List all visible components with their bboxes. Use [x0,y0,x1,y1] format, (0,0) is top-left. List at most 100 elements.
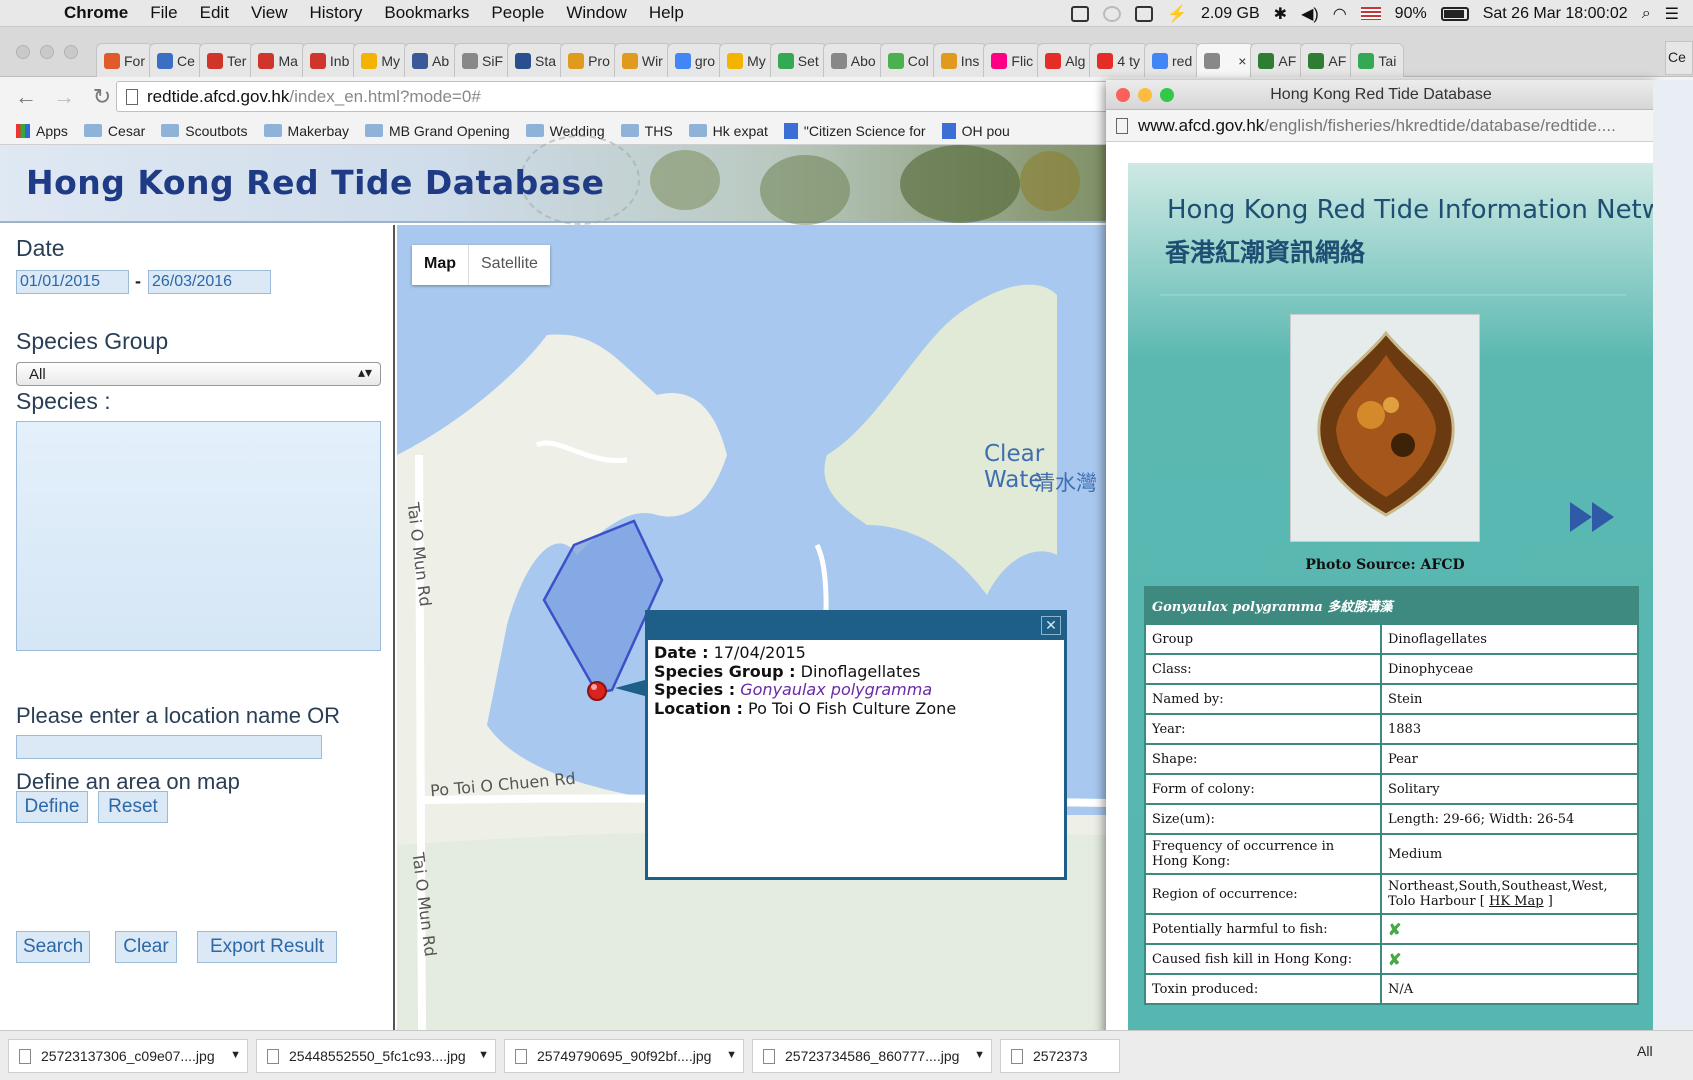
browser-tab[interactable]: For [96,43,153,77]
browser-tab[interactable]: My [353,43,409,77]
date-to-input[interactable]: 26/03/2016 [148,270,271,294]
bookmark-item[interactable]: Apps [16,123,68,139]
browser-tab[interactable]: Sta [507,43,565,77]
reload-icon[interactable]: ↻ [90,84,114,110]
download-item[interactable]: 25749790695_90f92bf....jpg ▼ [504,1039,744,1073]
browser-tab[interactable]: Col [879,43,937,77]
browser-tab[interactable]: × [1196,43,1255,77]
bookmark-item[interactable]: OH pou [941,122,1010,139]
bookmark-item[interactable]: Cesar [83,123,145,139]
menu-file[interactable]: File [150,3,177,23]
define-button[interactable]: Define [16,791,88,823]
flag-icon[interactable] [1360,7,1381,20]
browser-tab[interactable]: Pro [560,43,618,77]
profile-button[interactable]: Ce [1665,41,1693,75]
popup-zoom-button[interactable] [1160,88,1174,102]
species-group-select[interactable]: All ▴▾ [16,362,381,386]
menu-history[interactable]: History [309,3,362,23]
popup-close-button[interactable] [1116,88,1130,102]
volume-icon[interactable]: ◀) [1301,4,1319,24]
menu-help[interactable]: Help [649,3,684,23]
browser-tab[interactable]: Ins [932,43,988,77]
download-menu-icon[interactable]: ▼ [478,1049,489,1061]
bookmark-item[interactable]: Scoutbots [161,123,248,139]
download-item[interactable]: 2572373 [1000,1039,1120,1073]
download-item[interactable]: 25723734586_860777....jpg ▼ [752,1039,992,1073]
search-button[interactable]: Search [16,931,90,963]
bluetooth-icon[interactable]: ✱ [1274,4,1287,24]
info-species-link[interactable]: Gonyaulax polygramma [740,680,932,699]
download-item[interactable]: 25448552550_5fc1c93....jpg ▼ [256,1039,496,1073]
bookmark-item[interactable]: MB Grand Opening [365,123,510,139]
menu-people[interactable]: People [491,3,544,23]
bolt-icon[interactable]: ⚡ [1167,4,1187,24]
bookmark-item[interactable]: THS [620,123,673,139]
browser-tab[interactable]: Tai [1350,43,1405,77]
download-menu-icon[interactable]: ▼ [726,1049,737,1061]
location-marker[interactable] [587,681,607,701]
browser-tab[interactable]: 4 ty [1089,43,1148,77]
popup-minimize-button[interactable] [1138,88,1152,102]
list-icon[interactable]: ☰ [1665,4,1679,24]
address-bar[interactable]: redtide.afcd.gov.hk/index_en.html?mode=0… [116,81,1116,112]
reset-button[interactable]: Reset [98,791,168,823]
menu-window[interactable]: Window [566,3,626,23]
popup-url-bar[interactable]: www.afcd.gov.hk/english/fisheries/hkredt… [1106,110,1656,142]
window-close-button[interactable] [16,45,30,59]
browser-tab[interactable]: Ter [199,43,255,77]
messages-icon[interactable] [1135,5,1154,22]
forward-icon[interactable]: → [52,84,76,110]
download-menu-icon[interactable]: ▼ [230,1049,241,1061]
browser-tab[interactable]: My [719,43,774,77]
battery-icon[interactable] [1440,6,1469,21]
date-from-input[interactable]: 01/01/2015 [16,270,129,294]
browser-tab[interactable]: Wir [613,43,671,77]
downloads-show-all[interactable]: All [1637,1043,1653,1059]
download-menu-icon[interactable]: ▼ [974,1049,985,1061]
spotlight-search-icon[interactable]: ⌕ [1642,5,1651,23]
bookmark-item[interactable]: Hk expat [688,123,768,139]
browser-tab[interactable]: Flic [983,43,1042,77]
row-value-end: ] [1543,894,1553,909]
info-window-titlebar: ✕ [648,613,1064,640]
status-d-icon[interactable] [1103,5,1122,22]
window-minimize-button[interactable] [40,45,54,59]
map-type-satellite-button[interactable]: Satellite [469,245,550,285]
hk-map-link[interactable]: HK Map [1489,894,1544,909]
bookmark-item[interactable]: Makerbay [263,123,349,139]
clock[interactable]: Sat 26 Mar 18:00:02 [1483,5,1628,23]
browser-tab[interactable]: Abo [822,43,884,77]
browser-tab[interactable]: gro [666,43,724,77]
browser-tab[interactable]: Ma [250,43,306,77]
clear-button[interactable]: Clear [115,931,177,963]
download-item[interactable]: 25723137306_c09e07....jpg ▼ [8,1039,248,1073]
tab-close-icon[interactable]: × [1238,53,1246,69]
back-icon[interactable]: ← [14,84,38,110]
menu-view[interactable]: View [251,3,288,23]
menu-edit[interactable]: Edit [200,3,229,23]
location-input[interactable] [16,735,322,759]
browser-tab[interactable]: Alg [1037,43,1094,77]
browser-tab[interactable]: SiF [454,43,512,77]
memory-indicator[interactable]: 2.09 GB [1201,5,1260,23]
map-type-map-button[interactable]: Map [412,245,469,285]
browser-tab[interactable]: red [1144,43,1201,77]
wifi-icon[interactable]: ◠ [1333,4,1347,24]
browser-tab[interactable]: AF [1300,43,1355,77]
menu-bookmarks[interactable]: Bookmarks [384,3,469,23]
battery-percent[interactable]: 90% [1395,5,1427,23]
apps-icon [16,123,30,138]
browser-tab[interactable]: Inb [301,43,358,77]
species-listbox[interactable] [16,421,381,651]
browser-tab[interactable]: Set [769,43,827,77]
close-icon[interactable]: ✕ [1041,616,1061,635]
status-check-icon[interactable] [1071,5,1090,22]
bookmark-item[interactable]: "Citizen Science for [783,122,926,139]
menu-app-name[interactable]: Chrome [64,3,128,23]
browser-tab[interactable]: AF [1250,43,1305,77]
browser-tab[interactable]: Ce [149,43,203,77]
next-arrow-icon[interactable] [1570,500,1616,534]
export-result-button[interactable]: Export Result [197,931,337,963]
window-zoom-button[interactable] [64,45,78,59]
browser-tab[interactable]: Ab [404,43,459,77]
